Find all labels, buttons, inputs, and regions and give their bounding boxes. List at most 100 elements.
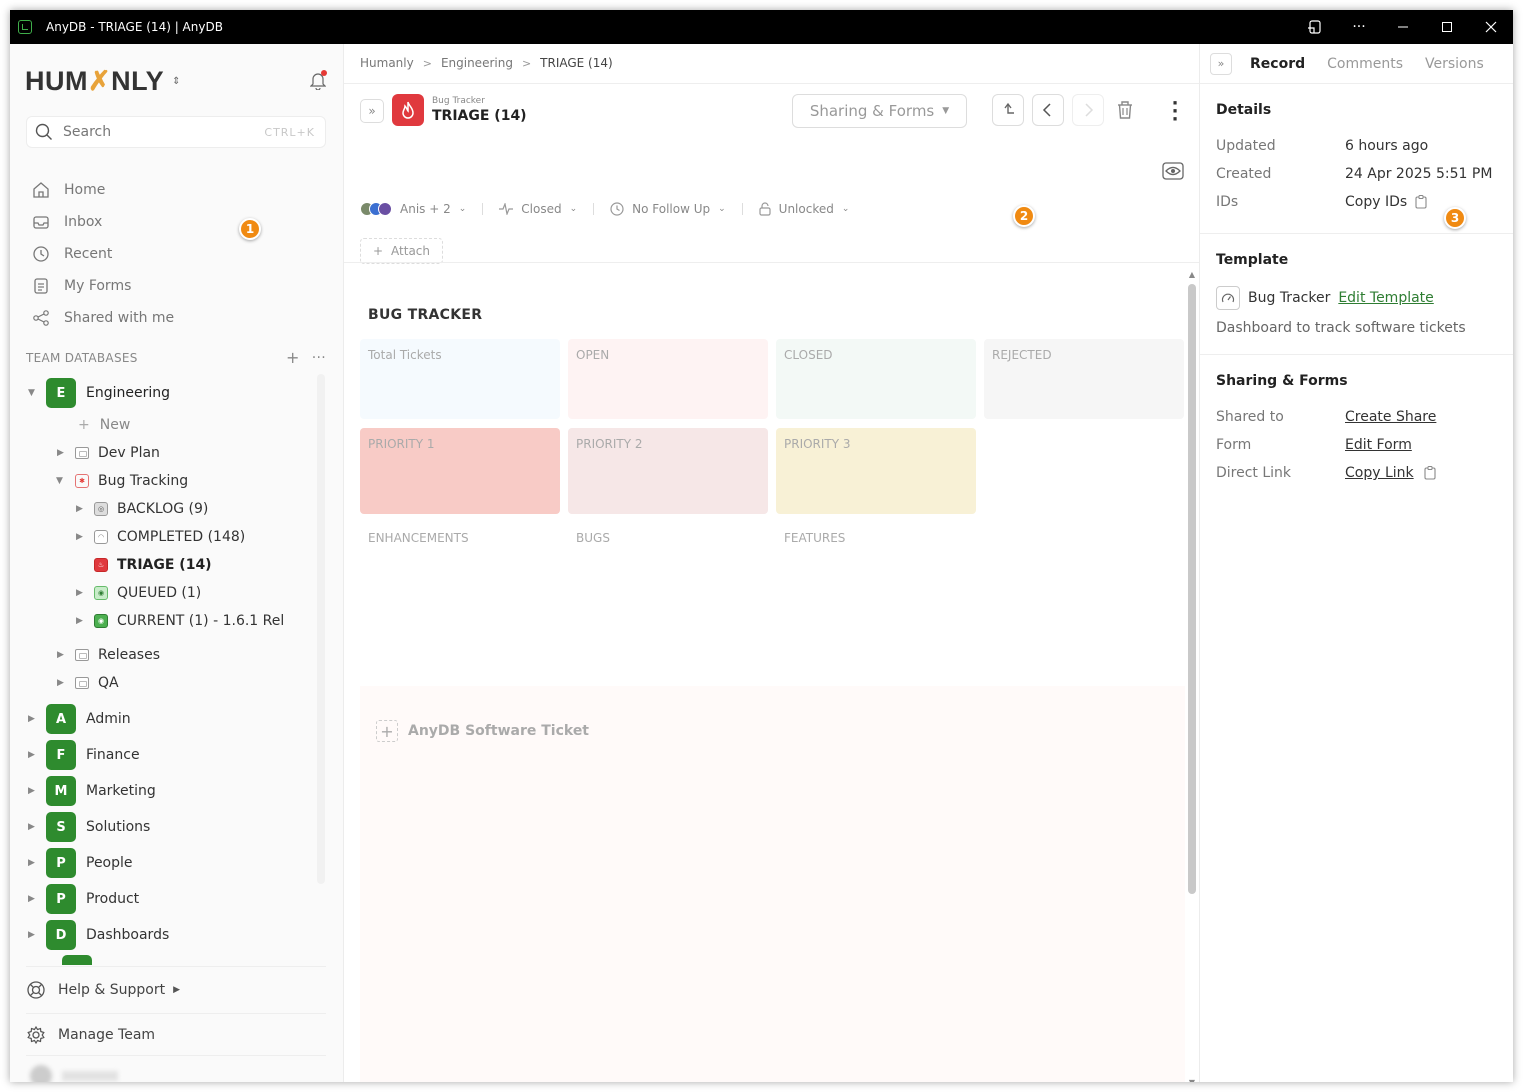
tree-item-finance[interactable]: ▶ F Finance — [26, 737, 326, 773]
card-rejected[interactable]: REJECTED — [984, 339, 1184, 419]
copy-link-button[interactable]: Copy Link — [1345, 465, 1436, 481]
card-priority-1[interactable]: PRIORITY 1 — [360, 428, 560, 514]
tree-item-bug-tracking[interactable]: ▼ ✱ Bug Tracking — [26, 467, 326, 495]
tree-item-qa[interactable]: ▶ QA — [26, 669, 326, 697]
close-icon[interactable] — [1469, 10, 1513, 44]
lock-dropdown[interactable]: Unlocked ⌄ — [759, 202, 849, 216]
expand-caret-icon[interactable]: ▼ — [56, 476, 63, 486]
expand-caret-icon[interactable]: ▶ — [28, 822, 35, 832]
tree-item-backlog[interactable]: ▶ ◎ BACKLOG (9) — [26, 495, 326, 523]
breadcrumb-item[interactable]: Engineering — [441, 56, 513, 70]
tree-item-triage[interactable]: ♨ TRIAGE (14) — [26, 551, 326, 579]
scroll-up-icon[interactable]: ▲ — [1187, 270, 1197, 279]
card-closed[interactable]: CLOSED — [776, 339, 976, 419]
more-icon[interactable]: ··· — [1337, 10, 1381, 44]
copy-ids-button[interactable]: Copy IDs — [1345, 194, 1427, 210]
chevron-down-icon: ▼ — [942, 106, 950, 116]
expand-caret-icon[interactable]: ▶ — [28, 930, 35, 940]
edit-form-link[interactable]: Edit Form — [1345, 437, 1412, 453]
card-priority-3[interactable]: PRIORITY 3 — [776, 428, 976, 514]
go-up-button[interactable] — [992, 94, 1024, 126]
record-details-panel: » Record Comments Versions Details Updat… — [1199, 44, 1513, 1082]
tree-item-releases[interactable]: ▶ Releases — [26, 641, 326, 669]
share-icon — [33, 310, 49, 326]
search-input[interactable]: Search CTRL+K — [26, 116, 326, 148]
nav-recent[interactable]: Recent — [32, 238, 174, 270]
marker-3: 3 — [1444, 207, 1466, 229]
add-ticket-button[interactable]: + AnyDB Software Ticket — [376, 720, 589, 742]
expand-caret-icon[interactable]: ▶ — [57, 448, 64, 458]
expand-caret-icon[interactable]: ▶ — [28, 750, 35, 760]
expand-caret-icon[interactable]: ▶ — [57, 678, 64, 688]
card-open[interactable]: OPEN — [568, 339, 768, 419]
tab-record[interactable]: Record — [1250, 56, 1305, 72]
clipboard-icon — [1415, 195, 1427, 209]
expand-sidebar-button[interactable]: » — [360, 99, 384, 123]
tree-item-people[interactable]: ▶ P People — [26, 845, 326, 881]
record-parent[interactable]: Bug Tracker — [432, 96, 485, 106]
clipboard-icon — [1424, 466, 1436, 480]
user-profile[interactable] — [26, 1055, 326, 1082]
manage-team-link[interactable]: Manage Team — [26, 1013, 326, 1055]
preview-eye-icon[interactable] — [1162, 162, 1184, 184]
tree-item-completed[interactable]: ▶ ◠ COMPLETED (148) — [26, 523, 326, 551]
breadcrumb-item[interactable]: Humanly — [360, 56, 414, 70]
follow-up-dropdown[interactable]: No Follow Up ⌄ — [610, 202, 726, 216]
maximize-icon[interactable] — [1425, 10, 1469, 44]
expand-caret-icon[interactable]: ▶ — [28, 714, 35, 724]
label-features[interactable]: FEATURES — [784, 531, 845, 545]
tree-item-current[interactable]: ▶ ◉ CURRENT (1) - 1.6.1 Rel — [26, 607, 326, 635]
expand-caret-icon[interactable]: ▶ — [76, 588, 83, 598]
notifications-bell-icon[interactable] — [309, 70, 327, 91]
tree-item-queued[interactable]: ▶ ◉ QUEUED (1) — [26, 579, 326, 607]
add-database-icon[interactable]: + — [286, 348, 300, 367]
tree-item-dashboards[interactable]: ▶ D Dashboards — [26, 917, 326, 953]
expand-caret-icon[interactable]: ▶ — [28, 786, 35, 796]
cast-icon[interactable] — [1293, 10, 1337, 44]
label-enhancements[interactable]: ENHANCEMENTS — [368, 531, 469, 545]
sharing-forms-button[interactable]: Sharing & Forms ▼ — [792, 94, 967, 128]
tree-item-admin[interactable]: ▶ A Admin — [26, 701, 326, 737]
status-dropdown[interactable]: Closed ⌄ — [499, 202, 577, 216]
expand-caret-icon[interactable]: ▶ — [28, 858, 35, 868]
assignees-dropdown[interactable]: Anis + 2 ⌄ — [360, 202, 466, 216]
expand-caret-icon[interactable]: ▶ — [57, 650, 64, 660]
team-more-icon[interactable]: ··· — [312, 350, 326, 366]
tab-comments[interactable]: Comments — [1327, 56, 1403, 72]
nav-shared-with-me[interactable]: Shared with me — [32, 302, 174, 334]
scrollbar-thumb[interactable] — [1188, 284, 1196, 894]
card-total-tickets[interactable]: Total Tickets — [360, 339, 560, 419]
previous-button[interactable] — [1032, 94, 1064, 126]
edit-template-link[interactable]: Edit Template — [1338, 290, 1433, 306]
card-priority-2[interactable]: PRIORITY 2 — [568, 428, 768, 514]
more-options-icon[interactable]: · · · — [1170, 95, 1180, 129]
workspace-switcher[interactable]: HUM✗NLY ⇕ — [25, 66, 181, 97]
tree-item-product[interactable]: ▶ P Product — [26, 881, 326, 917]
expand-caret-icon[interactable]: ▶ — [76, 504, 83, 514]
nav-my-forms[interactable]: My Forms — [32, 270, 174, 302]
tree-item-new[interactable]: + New — [26, 411, 326, 439]
logo: HUM✗NLY — [25, 66, 165, 96]
nav-inbox[interactable]: Inbox — [32, 206, 174, 238]
label-bugs[interactable]: BUGS — [576, 531, 610, 545]
tab-versions[interactable]: Versions — [1425, 56, 1484, 72]
db-badge: F — [46, 740, 76, 770]
collapse-panel-button[interactable]: » — [1210, 52, 1232, 75]
tree-item-dev-plan[interactable]: ▶ Dev Plan — [26, 439, 326, 467]
expand-caret-icon[interactable]: ▶ — [28, 894, 35, 904]
next-button[interactable] — [1072, 94, 1104, 126]
expand-caret-icon[interactable]: ▶ — [76, 532, 83, 542]
expand-caret-icon[interactable]: ▶ — [76, 616, 83, 626]
minimize-icon[interactable] — [1381, 10, 1425, 44]
scroll-down-icon[interactable]: ▼ — [1187, 1078, 1197, 1082]
tree-item-solutions[interactable]: ▶ S Solutions — [26, 809, 326, 845]
main-scrollbar[interactable]: ▲ ▼ — [1187, 266, 1197, 1082]
tree-item-marketing[interactable]: ▶ M Marketing — [26, 773, 326, 809]
create-share-link[interactable]: Create Share — [1345, 409, 1436, 425]
attach-button[interactable]: + Attach — [360, 238, 443, 264]
expand-caret-icon[interactable]: ▼ — [28, 388, 35, 398]
help-support-link[interactable]: Help & Support ▶ — [26, 967, 326, 1013]
delete-button[interactable] — [1116, 100, 1134, 124]
tree-item-engineering[interactable]: ▼ E Engineering — [26, 375, 326, 411]
nav-home[interactable]: Home — [32, 174, 174, 206]
